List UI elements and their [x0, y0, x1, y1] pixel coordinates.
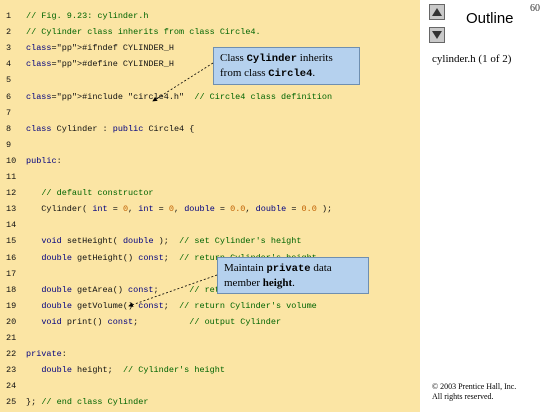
- line-number: 21: [6, 333, 17, 343]
- line-number: 8: [6, 123, 12, 134]
- code-text: class Cylinder : public Circle4 {: [26, 123, 195, 134]
- code-text: }; // end class Cylinder: [26, 397, 149, 408]
- code-text: // Cylinder class inherits from class Ci…: [26, 27, 261, 38]
- line-number: 23: [6, 365, 17, 376]
- code-text: Cylinder( int = 0, int = 0, double = 0.0…: [26, 204, 333, 215]
- line-number: 17: [6, 268, 17, 279]
- callout-code: private: [266, 263, 311, 275]
- outline-panel: 60 Outline cylinder.h (1 of 2) © 2003 Pr…: [420, 0, 550, 412]
- line-number: 24: [6, 381, 17, 392]
- line-number: 14: [6, 220, 17, 231]
- callout-text: data: [310, 262, 332, 274]
- code-text: private:: [26, 349, 67, 360]
- up-arrow-icon: [432, 8, 442, 16]
- code-text: double height; // Cylinder's height: [41, 365, 225, 376]
- code-line: 12 // default constructor: [0, 185, 420, 201]
- code-line: 21: [0, 330, 420, 346]
- code-text: void setHeight( double ); // set Cylinde…: [41, 236, 302, 247]
- outline-file-label: cylinder.h (1 of 2): [432, 53, 512, 65]
- callout-emphasis: height: [262, 277, 293, 289]
- code-line: 6 class="pp">#include "circle4.h" // Circ…: [0, 89, 420, 105]
- copyright-line-2: All rights reserved.: [432, 392, 494, 401]
- code-text: // Fig. 9.23: cylinder.h: [26, 11, 149, 21]
- line-number: 7: [6, 107, 12, 118]
- line-number: 1: [6, 11, 12, 21]
- line-number: 3: [6, 43, 12, 54]
- callout-text: Maintain: [224, 262, 267, 274]
- code-line: 15 void setHeight( double ); // set Cyli…: [0, 233, 420, 249]
- code-line: 9: [0, 137, 420, 153]
- code-text: class="pp">#ifndef CYLINDER_H: [26, 43, 174, 54]
- code-line: 8 class Cylinder : public Circle4 {: [0, 121, 420, 137]
- callout-text: .: [312, 67, 316, 79]
- code-line: 25 }; // end class Cylinder: [0, 394, 420, 410]
- line-number: 9: [6, 139, 12, 150]
- line-number: 19: [6, 300, 17, 311]
- callout-text: .: [292, 277, 295, 289]
- code-line: 20 void print() const; // output Cylinde…: [0, 314, 420, 330]
- copyright-line-1: © 2003 Prentice Hall, Inc.: [432, 382, 517, 391]
- line-number: 4: [6, 59, 12, 70]
- line-number: 20: [6, 316, 17, 327]
- callout-text: Class: [220, 52, 247, 64]
- code-line: 10 public:: [0, 153, 420, 169]
- code-line: 23 double height; // Cylinder's height: [0, 362, 420, 378]
- line-number: 11: [6, 172, 17, 182]
- code-line: 24: [0, 378, 420, 394]
- callout-text: member: [224, 277, 263, 289]
- code-text: void print() const; // output Cylinder: [41, 316, 282, 327]
- line-number: 12: [6, 188, 17, 199]
- callout-code: Circle4: [268, 68, 313, 80]
- line-number: 13: [6, 204, 17, 215]
- down-arrow-icon: [432, 31, 442, 39]
- line-number: 22: [6, 349, 17, 360]
- line-number: 16: [6, 252, 17, 263]
- code-line: 19 double getVolume() const; // return C…: [0, 298, 420, 314]
- line-number: 2: [6, 27, 12, 38]
- code-line: 14: [0, 217, 420, 233]
- code-text: class="pp">#include "circle4.h" // Circl…: [26, 91, 333, 102]
- code-line: 22 private:: [0, 346, 420, 362]
- callout-private-member: Maintain private data member height.: [217, 257, 369, 294]
- code-line: 11: [0, 169, 420, 185]
- code-text: public:: [26, 155, 62, 166]
- code-line: 1 // Fig. 9.23: cylinder.h: [0, 8, 420, 24]
- page-number: 60: [530, 3, 540, 14]
- callout-text: from class: [220, 67, 269, 79]
- code-text: class="pp">#define CYLINDER_H: [26, 59, 174, 70]
- line-number: 25: [6, 397, 17, 408]
- line-number: 6: [6, 91, 12, 102]
- next-slide-button[interactable]: [429, 27, 445, 43]
- copyright-notice: © 2003 Prentice Hall, Inc. All rights re…: [432, 382, 516, 402]
- previous-slide-button[interactable]: [429, 4, 445, 20]
- line-number: 10: [6, 155, 17, 166]
- outline-title[interactable]: Outline: [466, 10, 514, 27]
- code-line: 7: [0, 105, 420, 121]
- code-line: 13 Cylinder( int = 0, int = 0, double = …: [0, 201, 420, 217]
- code-line: 2 // Cylinder class inherits from class C…: [0, 24, 420, 40]
- callout-text: inherits: [297, 52, 333, 64]
- callout-inheritance: Class Cylinder inherits from class Circl…: [213, 47, 360, 85]
- line-number: 5: [6, 75, 12, 86]
- line-number: 15: [6, 236, 17, 247]
- code-text: // default constructor: [41, 188, 154, 199]
- code-text: double getVolume() const; // return Cyli…: [41, 300, 317, 311]
- callout-code: Cylinder: [246, 53, 298, 65]
- line-number: 18: [6, 284, 17, 295]
